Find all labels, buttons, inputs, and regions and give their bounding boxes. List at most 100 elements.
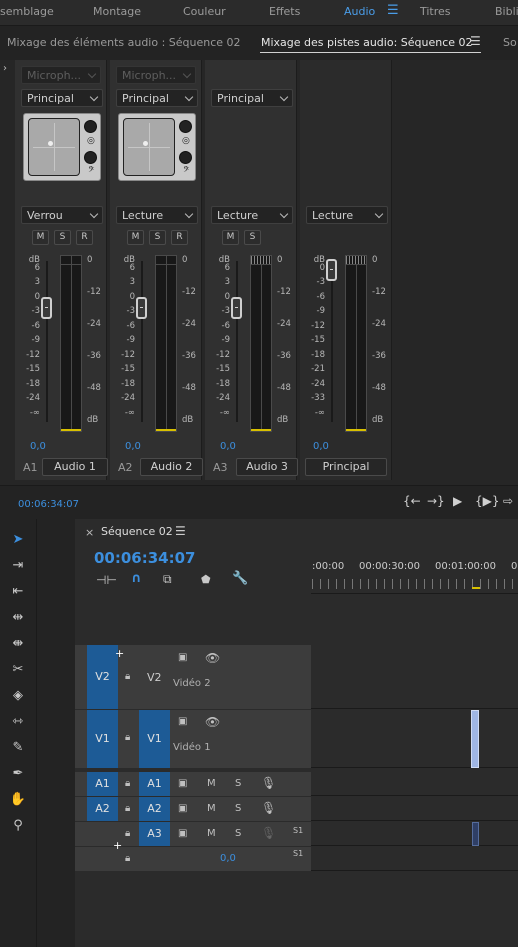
track-lane-v2[interactable] [311,645,518,709]
source-patch-v1[interactable]: V1 [87,710,118,768]
track-target-a3[interactable]: A3 [139,822,170,846]
slide-tool-icon[interactable]: ⇿ [8,713,28,731]
track-name-field[interactable]: Audio 2 [140,458,203,476]
close-icon[interactable]: × [85,526,94,539]
add-marker-icon[interactable]: ⬟ [201,573,211,586]
sequence-menu-icon[interactable]: ☰ [175,524,186,538]
mute-toggle[interactable]: M [207,803,216,814]
mute-button[interactable]: M [32,230,49,245]
automation-mode-select[interactable]: Verrou [21,206,103,224]
track-lane-a2[interactable] [311,797,518,821]
volume-value[interactable]: 0,0 [125,441,141,452]
output-select[interactable]: Principal [116,89,198,107]
lfe-knob-icon[interactable] [84,151,97,164]
automation-mode-select[interactable]: Lecture [116,206,198,224]
pen-tool-icon[interactable]: ✎ [8,739,28,757]
go-to-out-button[interactable]: →} [427,494,445,508]
panel-menu-icon[interactable]: ☰ [470,34,481,48]
mute-toggle[interactable]: M [207,778,216,789]
workspace-tab-couleur[interactable]: Couleur [183,5,226,18]
panner-position-dot[interactable] [143,141,148,146]
track-name-field[interactable]: Audio 1 [42,458,108,476]
panner-field[interactable] [28,118,80,176]
workspace-tab-montage[interactable]: Montage [93,5,141,18]
source-patch-a1[interactable]: A1 [87,772,118,796]
track-name-field[interactable]: Audio 3 [236,458,298,476]
sync-lock-icon[interactable]: ▣ [178,716,187,727]
output-select[interactable]: Principal [21,89,103,107]
solo-button[interactable]: S [244,230,261,245]
mute-toggle[interactable]: M [207,828,216,839]
playhead-marker[interactable] [472,587,480,589]
solo-button[interactable]: S [149,230,166,245]
volume-value[interactable]: 0,0 [30,441,46,452]
workspace-tab-assemblage[interactable]: semblage [0,5,54,18]
fader-track[interactable] [46,261,48,422]
mute-button[interactable]: M [222,230,239,245]
track-name-field[interactable]: Principal [305,458,387,476]
automation-mode-select[interactable]: Lecture [306,206,388,224]
track-lane-a1[interactable] [311,772,518,796]
wrench-settings-icon[interactable]: 🔧 [232,571,248,586]
expand-chevron-icon[interactable]: › [3,63,7,74]
volume-fader-handle[interactable] [136,297,147,319]
solo-toggle[interactable]: S [235,828,241,839]
track-target-v1[interactable]: V1 [139,710,170,768]
sync-lock-icon[interactable]: ▣ [178,803,187,814]
snap-magnet-icon[interactable]: ∩ [131,571,142,586]
timeline-timecode[interactable]: 00:06:34:07 [94,549,196,567]
eye-icon[interactable]: 👁︎ [205,715,220,729]
volume-fader-handle[interactable] [41,297,52,319]
output-select[interactable]: Principal [211,89,293,107]
workspace-tab-bibliotheques[interactable]: Bibli [495,5,518,18]
workspace-tab-titres[interactable]: Titres [420,5,451,18]
input-select[interactable]: Microph... [116,66,196,84]
fader-track[interactable] [141,261,143,422]
track-lane-master[interactable] [311,847,518,871]
fader-track[interactable] [236,261,238,422]
track-lane-v1[interactable] [311,710,518,768]
input-select[interactable]: Microph... [21,66,101,84]
tab-next[interactable]: So [503,36,517,49]
track-target-a1[interactable]: A1 [139,772,170,796]
pan-knob-icon[interactable] [84,120,97,133]
hand-tool-icon[interactable]: ✋ [8,791,28,809]
lock-icon[interactable]: 🔒︎ [125,803,130,814]
ripple-edit-tool-icon[interactable]: ⇤ [8,583,28,601]
volume-fader-handle[interactable] [326,259,337,281]
panner-position-dot[interactable] [48,141,53,146]
loop-button[interactable]: ⇨ [503,494,513,508]
track-target-v2[interactable]: V2 [147,671,162,684]
lfe-knob-icon[interactable] [179,151,192,164]
sync-lock-icon[interactable]: ▣ [178,828,187,839]
play-in-to-out-button[interactable]: {▶} [475,494,500,508]
razor-tool-icon[interactable]: ✂ [8,661,28,679]
mute-button[interactable]: M [127,230,144,245]
zoom-tool-icon[interactable]: ⚲ [8,817,28,835]
record-button[interactable]: R [171,230,188,245]
go-to-in-button[interactable]: {← [403,494,421,508]
master-volume-value[interactable]: 0,0 [220,853,236,864]
solo-toggle[interactable]: S [235,803,241,814]
source-patch-v2[interactable]: V2 [87,645,118,709]
record-button[interactable]: R [76,230,93,245]
workspace-menu-icon[interactable]: ☰ [387,3,399,18]
tab-clip-mixer[interactable]: Mixage des éléments audio : Séquence 02 [7,36,241,49]
video-clip[interactable] [471,710,479,768]
surround-panner[interactable]: ◎ 𝄢 [118,113,196,181]
microphone-icon[interactable]: 🎙︎ [261,826,276,840]
lock-icon[interactable]: 🔒︎ [125,732,130,743]
slip-tool-icon[interactable]: ◈ [8,687,28,705]
tab-track-mixer[interactable]: Mixage des pistes audio: Séquence 02 [261,36,473,49]
eye-icon[interactable]: 👁︎ [205,651,220,665]
lock-icon[interactable]: 🔒︎ [125,828,130,839]
linked-selection-icon[interactable]: ⧉ [163,572,172,587]
fader-track[interactable] [331,261,333,422]
lock-icon[interactable]: 🔒︎ [125,853,130,864]
track-select-tool-icon[interactable]: ⇥ [8,557,28,575]
sync-lock-icon[interactable]: ▣ [178,652,187,663]
microphone-icon[interactable]: 🎙︎ [261,801,276,815]
rolling-edit-tool-icon[interactable]: ⇹ [8,609,28,627]
workspace-tab-effets[interactable]: Effets [269,5,300,18]
volume-fader-handle[interactable] [231,297,242,319]
